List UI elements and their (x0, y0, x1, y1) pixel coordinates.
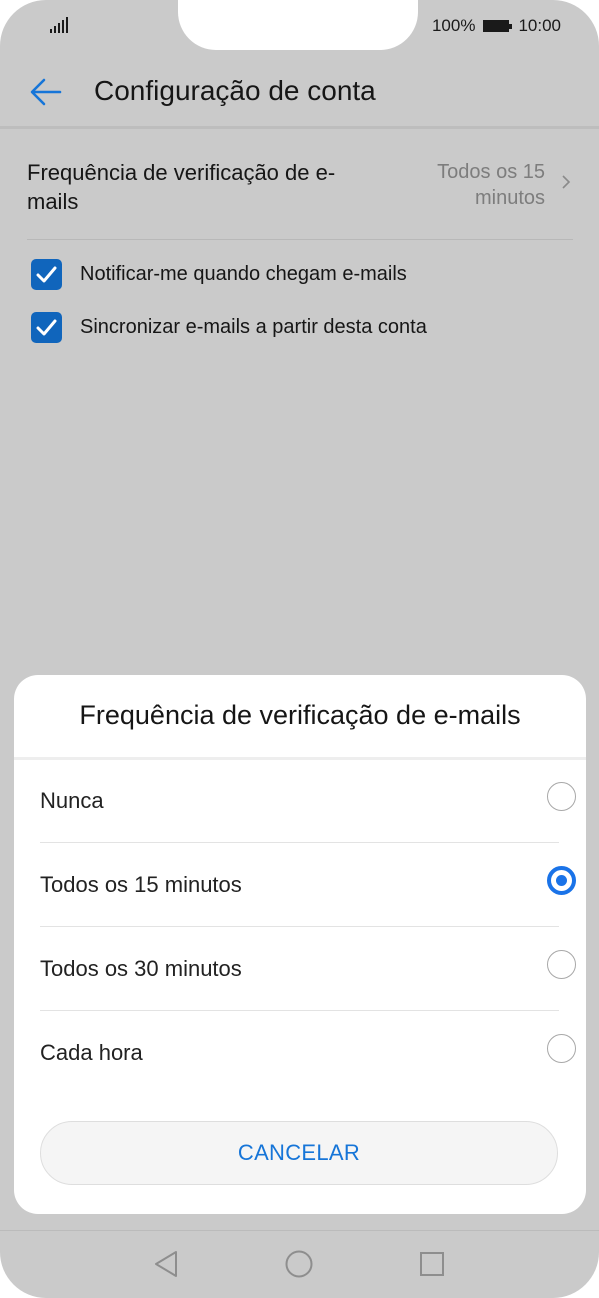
camera-notch (178, 0, 418, 50)
recents-square-icon[interactable] (415, 1247, 449, 1281)
option-15-min[interactable]: Todos os 15 minutos (40, 842, 576, 926)
radio-button[interactable] (547, 950, 576, 979)
home-circle-icon[interactable] (282, 1247, 316, 1281)
signal-icon (50, 17, 70, 33)
checkmark-icon (36, 319, 57, 336)
app-bar-divider (0, 126, 599, 129)
back-triangle-icon[interactable] (150, 1247, 184, 1281)
radio-button[interactable] (547, 782, 576, 811)
frequency-dialog: Frequência de verificação de e-mails Nun… (14, 675, 586, 1214)
notify-setting[interactable]: Notificar-me quando chegam e-mails (31, 259, 571, 291)
notify-label: Notificar-me quando chegam e-mails (80, 263, 407, 285)
option-hourly[interactable]: Cada hora (40, 1010, 576, 1094)
option-label: Nunca (40, 788, 104, 813)
status-right: 100% 10:00 (432, 14, 561, 38)
cancel-button[interactable]: CANCELAR (40, 1121, 558, 1185)
frequency-setting-label: Frequência de verificação de e-mails (27, 160, 336, 214)
sync-label: Sincronizar e-mails a partir desta conta (80, 316, 427, 338)
checkmark-icon (36, 266, 57, 283)
phone-frame: 100% 10:00 Configuração de conta Frequên… (0, 0, 599, 1298)
screen: 100% 10:00 Configuração de conta Frequên… (0, 0, 599, 1298)
battery-percent: 100% (431, 16, 476, 35)
frequency-setting-value: Todos os 15 minutos (437, 161, 545, 209)
radio-button-selected[interactable] (547, 866, 576, 895)
back-arrow-icon[interactable] (28, 74, 64, 110)
notify-checkbox[interactable] (31, 259, 62, 290)
option-label: Todos os 30 minutos (40, 956, 242, 981)
page-title: Configuração de conta (94, 75, 376, 106)
settings-divider (27, 239, 573, 240)
app-bar: Configuração de conta (0, 58, 599, 126)
option-nunca[interactable]: Nunca (40, 758, 576, 842)
option-30-min[interactable]: Todos os 30 minutos (40, 926, 576, 1010)
frequency-setting[interactable]: Frequência de verificação de e-mails Tod… (27, 156, 573, 226)
clock: 10:00 (518, 16, 561, 35)
option-label: Cada hora (40, 1040, 143, 1065)
nav-bar-divider (0, 1230, 599, 1231)
option-label: Todos os 15 minutos (40, 872, 242, 897)
sync-setting[interactable]: Sincronizar e-mails a partir desta conta (31, 312, 571, 344)
battery-icon (483, 20, 513, 32)
dialog-title: Frequência de verificação de e-mails (79, 700, 521, 730)
radio-button[interactable] (547, 1034, 576, 1063)
sync-checkbox[interactable] (31, 312, 62, 343)
navigation-bar (0, 1232, 599, 1298)
chevron-right-icon (562, 175, 571, 189)
